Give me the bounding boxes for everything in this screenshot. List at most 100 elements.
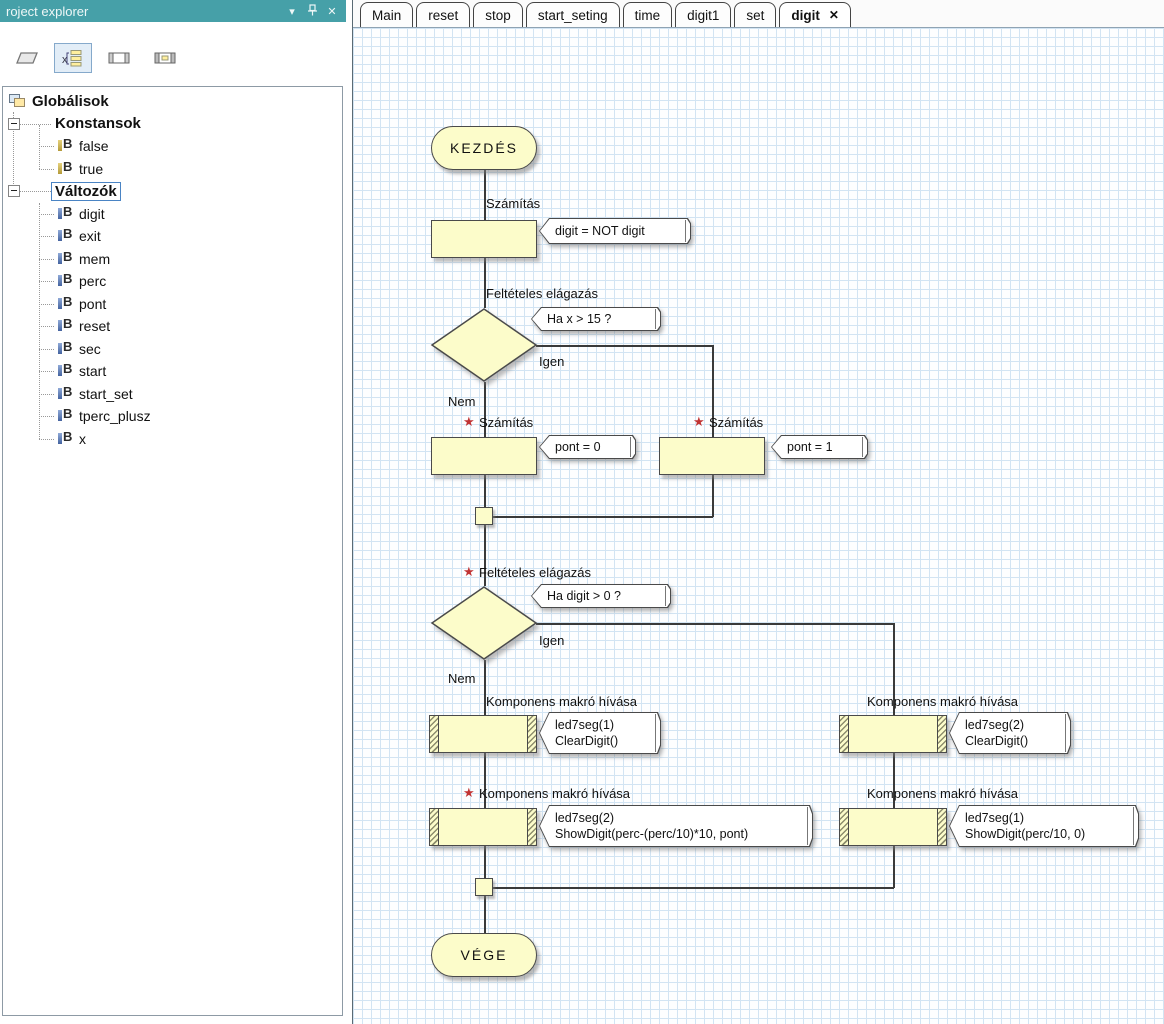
tool-component-macro-button[interactable] — [146, 43, 184, 73]
tab-start_seting[interactable]: start_seting — [525, 2, 620, 27]
tree-label: false — [79, 138, 109, 155]
calculation-node[interactable] — [431, 437, 537, 475]
annotation-text: ShowDigit(perc-(perc/10)*10, pont) — [555, 827, 749, 841]
flowchart-canvas[interactable]: KEZDÉS Számítás digit = NOT digit Feltét… — [353, 28, 1164, 1024]
tab-digit1[interactable]: digit1 — [675, 2, 732, 27]
tree-label: sec — [79, 340, 101, 357]
tree-label: reset — [79, 318, 111, 335]
node-title: Feltételes elágazás — [486, 286, 599, 301]
tree-item-tperc_plusz[interactable]: tperc_plusz — [3, 405, 342, 428]
breakpoint-icon: ★ — [693, 414, 705, 429]
tree-item-true[interactable]: true — [3, 158, 342, 181]
junction-node[interactable] — [475, 878, 493, 896]
tool-variables-button[interactable]: x — [54, 43, 92, 73]
workspace: Main reset stop start_seting time digit1… — [352, 0, 1164, 1024]
component-macro-node[interactable] — [839, 715, 947, 753]
annotation-dec1[interactable]: Ha x > 15 ? — [531, 307, 661, 331]
connector-line — [536, 345, 712, 347]
annotation-macro3[interactable]: led7seg(2) ShowDigit(perc-(perc/10)*10, … — [539, 805, 813, 847]
tab-main[interactable]: Main — [360, 2, 414, 27]
tree-item-perc[interactable]: perc — [3, 270, 342, 293]
tree-item-x[interactable]: x — [3, 428, 342, 451]
annotation-calc3[interactable]: pont = 1 — [771, 435, 868, 459]
tree-item-false[interactable]: false — [3, 135, 342, 158]
tab-digit[interactable]: digit ✕ — [779, 2, 851, 27]
tree-label: true — [79, 160, 104, 177]
tree-item-start_set[interactable]: start_set — [3, 383, 342, 406]
tree-item-reset[interactable]: reset — [3, 315, 342, 338]
variable-icon — [57, 294, 74, 311]
breakpoint-icon: ★ — [463, 785, 475, 800]
component-macro-node[interactable] — [429, 808, 537, 846]
variable-icon — [57, 249, 74, 266]
start-node[interactable]: KEZDÉS — [431, 126, 537, 170]
annotation-macro4[interactable]: led7seg(1) ShowDigit(perc/10, 0) — [949, 805, 1139, 847]
tab-label: start_seting — [537, 7, 608, 23]
connector-line — [492, 516, 713, 518]
annotation-macro2[interactable]: led7seg(2) ClearDigit() — [949, 712, 1071, 754]
tab-label: stop — [485, 7, 511, 23]
tree-item-exit[interactable]: exit — [3, 225, 342, 248]
annotation-calc1[interactable]: digit = NOT digit — [539, 218, 691, 244]
tree-expander[interactable] — [8, 117, 20, 130]
tree-label: perc — [79, 273, 107, 290]
tree-item-mem[interactable]: mem — [3, 248, 342, 271]
node-title: Számítás — [486, 196, 541, 211]
tree-item-sec[interactable]: sec — [3, 338, 342, 361]
tree-group-valtozok[interactable]: Változók — [3, 180, 342, 203]
panel-menu-button[interactable]: ▾ — [284, 5, 300, 18]
node-title: Komponens makró hívása — [867, 786, 1019, 801]
end-node[interactable]: VÉGE — [431, 933, 537, 977]
connector-line — [484, 475, 486, 507]
variable-icon — [57, 204, 74, 221]
tab-label: reset — [428, 7, 459, 23]
annotation-text: led7seg(1) — [555, 718, 615, 732]
document-tabbar: Main reset stop start_seting time digit1… — [353, 0, 1164, 28]
tree-label: pont — [79, 295, 107, 312]
connector-line — [484, 896, 486, 933]
tab-close-icon[interactable]: ✕ — [829, 8, 839, 22]
tree-label: x — [79, 430, 86, 447]
annotation-macro1[interactable]: led7seg(1) ClearDigit() — [539, 712, 661, 754]
connector-line — [893, 846, 895, 888]
end-label: VÉGE — [460, 947, 508, 963]
project-explorer-panel: roject explorer ▾ ✕ x Globálisok Konstan… — [0, 0, 346, 1024]
close-panel-button[interactable]: ✕ — [324, 5, 340, 18]
tree-expander[interactable] — [8, 185, 20, 197]
pin-icon[interactable] — [304, 3, 320, 19]
tab-label: set — [746, 7, 765, 23]
tree-group-konstansok[interactable]: Konstansok — [3, 113, 342, 136]
annotation-dec2[interactable]: Ha digit > 0 ? — [531, 584, 671, 608]
component-macro-node[interactable] — [429, 715, 537, 753]
tree-label: Globálisok — [32, 92, 109, 110]
tab-stop[interactable]: stop — [473, 2, 523, 27]
tab-set[interactable]: set — [734, 2, 777, 27]
annotation-calc2[interactable]: pont = 0 — [539, 435, 636, 459]
tree-root-globals[interactable]: Globálisok — [3, 90, 342, 113]
tool-macro-button[interactable] — [100, 43, 138, 73]
tree-item-digit[interactable]: digit — [3, 203, 342, 226]
component-macro-node[interactable] — [839, 808, 947, 846]
explorer-toolbar: x — [0, 22, 346, 80]
decision-node[interactable] — [430, 308, 538, 382]
calculation-node[interactable] — [659, 437, 765, 475]
variable-icon — [57, 316, 74, 333]
tree-label: Konstansok — [55, 115, 141, 133]
tree-item-pont[interactable]: pont — [3, 293, 342, 316]
variable-icon — [57, 406, 74, 423]
tree-label: digit — [79, 205, 105, 222]
annotation-text: ClearDigit() — [965, 734, 1029, 748]
tree-label: exit — [79, 228, 101, 245]
start-label: KEZDÉS — [449, 140, 518, 156]
variable-icon — [57, 226, 74, 243]
tool-io-shape-button[interactable] — [8, 43, 46, 73]
tab-reset[interactable]: reset — [416, 2, 471, 27]
tree-item-start[interactable]: start — [3, 360, 342, 383]
tab-time[interactable]: time — [622, 2, 673, 27]
node-title: Számítás — [479, 415, 534, 430]
annotation-text: led7seg(1) — [965, 811, 1025, 825]
calculation-node[interactable] — [431, 220, 537, 258]
decision-node[interactable] — [430, 586, 538, 660]
explorer-tree: Globálisok Konstansok false true Változó… — [2, 86, 343, 1016]
junction-node[interactable] — [475, 507, 493, 525]
